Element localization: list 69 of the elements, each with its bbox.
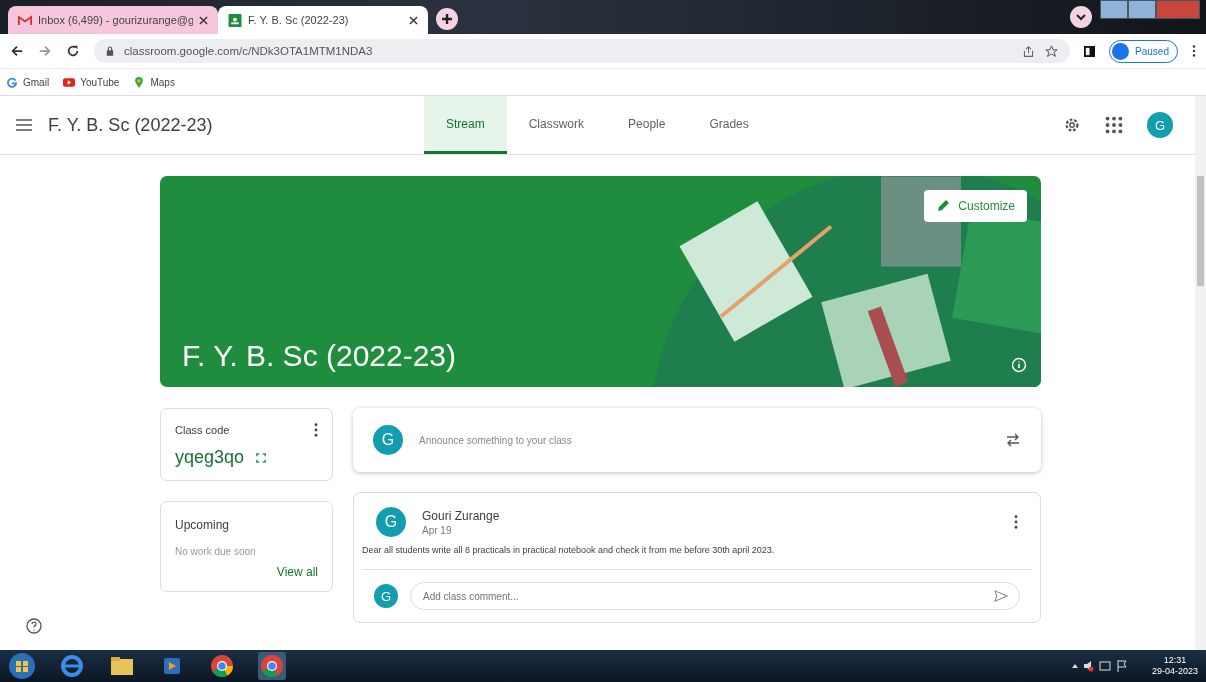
scrollbar[interactable]: [1195, 96, 1206, 650]
info-icon[interactable]: [1011, 357, 1027, 373]
nav-tab[interactable]: Classwork: [506, 96, 607, 154]
address-bar[interactable]: classroom.google.com/c/NDk3OTA1MTM1NDA3: [94, 39, 1071, 63]
lock-icon: [106, 46, 114, 56]
close-icon[interactable]: [199, 15, 208, 25]
chrome-icon[interactable]: [258, 652, 286, 680]
browser-tab[interactable]: F. Y. B. Sc (2022-23): [218, 6, 428, 34]
class-title[interactable]: F. Y. B. Sc (2022-23): [48, 114, 284, 136]
post-text: Dear all students write all 8 practicals in practical notebook and check it from me before 30th april 2023.: [362, 545, 1032, 570]
clock-date: 29-04-2023: [1151, 666, 1198, 677]
pencil-icon: [936, 199, 951, 213]
send-icon[interactable]: [994, 590, 1008, 602]
reload-icon[interactable]: [66, 44, 80, 58]
class-code-label: Class code: [175, 424, 230, 436]
more-options-icon[interactable]: [1014, 515, 1018, 529]
browser-tab[interactable]: Inbox (6,499) - gourizurange@g: [8, 6, 218, 34]
nav-tab[interactable]: People: [606, 96, 688, 154]
user-avatar: G: [374, 584, 398, 608]
upcoming-title: Upcoming: [175, 518, 231, 532]
url-text: classroom.google.com/c/NDk3OTA1MTM1NDA3: [124, 45, 373, 57]
apps-grid-icon[interactable]: [1105, 116, 1123, 134]
mail-icon: [18, 13, 32, 27]
more-options-icon[interactable]: [1192, 45, 1196, 57]
classroom-icon: [228, 13, 242, 27]
play-icon: [63, 76, 76, 88]
upcoming-note: No work due soon: [175, 546, 257, 557]
chevron-down-icon[interactable]: [1070, 6, 1092, 28]
start-button[interactable]: [8, 652, 36, 680]
menu-icon[interactable]: [16, 119, 32, 131]
comment-field[interactable]: Add class comment...: [410, 582, 1020, 610]
customize-button[interactable]: Customize: [924, 190, 1027, 222]
author-avatar: G: [376, 507, 406, 537]
bookmark-link[interactable]: YouTube: [63, 76, 120, 88]
side-panel-icon[interactable]: [1084, 45, 1096, 57]
help-icon[interactable]: [26, 618, 42, 634]
browser-e-icon[interactable]: [58, 652, 86, 680]
view-all-link[interactable]: View all: [276, 565, 318, 579]
bookmark-link[interactable]: Maps: [133, 76, 175, 88]
chrome-icon[interactable]: [208, 652, 236, 680]
user-avatar: G: [373, 425, 403, 455]
fullscreen-icon[interactable]: [256, 452, 267, 463]
share-icon[interactable]: [1022, 44, 1036, 58]
close-icon[interactable]: [409, 15, 418, 25]
class-code: yqeg3qo: [175, 447, 245, 468]
star-icon[interactable]: [1045, 44, 1059, 58]
nav-tab[interactable]: Grades: [687, 96, 771, 154]
announce-box[interactable]: G Announce something to your class: [353, 408, 1041, 472]
forward-arrow-icon[interactable]: [38, 44, 52, 58]
bookmark-link[interactable]: Gmail: [6, 76, 50, 88]
settings-icon[interactable]: [1063, 116, 1081, 134]
new-tab-icon[interactable]: [436, 8, 458, 30]
banner-title: F. Y. B. Sc (2022-23): [182, 339, 457, 373]
tab-title: F. Y. B. Sc (2022-23): [248, 14, 350, 26]
scrollbar-thumb[interactable]: [1197, 176, 1204, 286]
tab-title: Inbox (6,499) - gourizurange@g: [38, 14, 193, 26]
system-tray-icons[interactable]: [1069, 659, 1130, 673]
more-options-icon[interactable]: [314, 423, 318, 437]
announce-placeholder: Announce something to your class: [419, 434, 572, 446]
g-logo-icon: [6, 76, 18, 88]
clock[interactable]: 12:31 29-04-2023: [1151, 655, 1198, 677]
back-arrow-icon[interactable]: [10, 44, 24, 58]
map-pin-icon: [133, 76, 146, 88]
author-name: Gouri Zurange: [422, 508, 500, 523]
nav-tab[interactable]: Stream: [424, 96, 507, 154]
post-date: Apr 19: [422, 524, 453, 536]
repost-icon[interactable]: [1005, 432, 1021, 448]
clock-time: 12:31: [1163, 655, 1187, 666]
window-controls[interactable]: [1100, 0, 1200, 19]
